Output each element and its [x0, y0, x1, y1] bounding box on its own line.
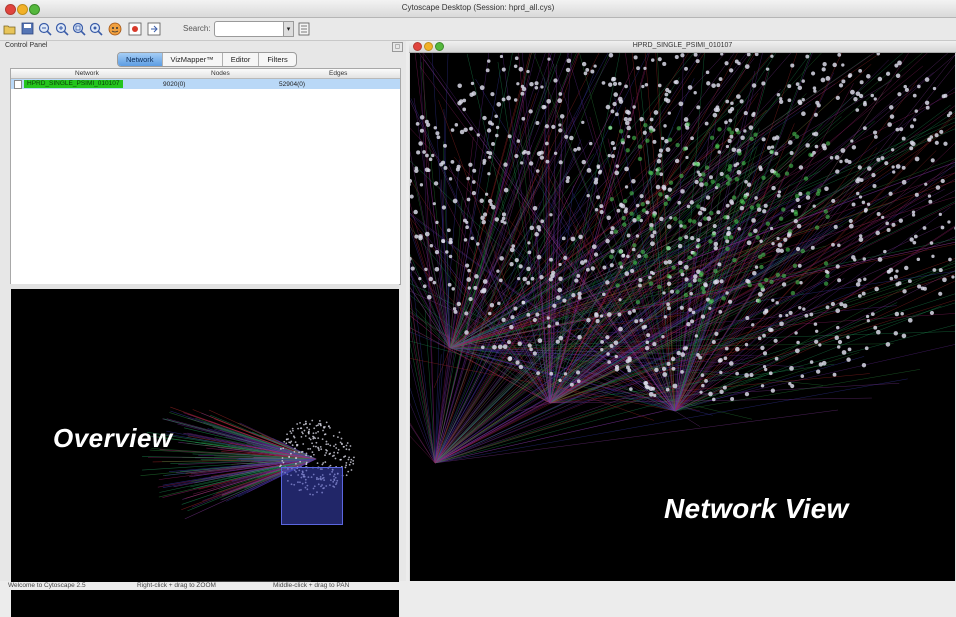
network-name-cell[interactable]: HPRD_SINGLE_PSIMI_010107	[24, 80, 123, 88]
search-dropdown-button[interactable]: ▾	[283, 21, 294, 37]
status-welcome: Welcome to Cytoscape 2.5	[8, 582, 86, 589]
control-panel: Control Panel ▢ Network VizMapper™ Edito…	[0, 41, 406, 581]
zoom-out-icon[interactable]	[37, 21, 52, 36]
window-title: Cytoscape Desktop (Session: hprd_all.cys…	[0, 3, 956, 12]
export-icon[interactable]	[146, 21, 161, 36]
attribute-browser-icon[interactable]	[296, 21, 311, 36]
toolbar: Search: ▾	[0, 18, 956, 41]
tab-filters[interactable]: Filters	[259, 53, 295, 66]
zoom-fit-icon[interactable]	[88, 21, 103, 36]
table-row[interactable]: HPRD_SINGLE_PSIMI_010107 9020(0) 52904(0…	[11, 79, 400, 89]
title-bar: Cytoscape Desktop (Session: hprd_all.cys…	[0, 0, 956, 18]
status-pan-hint: Middle-click + drag to PAN	[273, 582, 349, 589]
search-input[interactable]	[214, 21, 285, 37]
save-icon[interactable]	[20, 21, 35, 36]
tab-editor[interactable]: Editor	[223, 53, 260, 66]
status-zoom-hint: Right-click + drag to ZOOM	[137, 582, 216, 589]
column-header-edges[interactable]: Edges	[329, 70, 347, 77]
undock-panel-icon[interactable]: ▢	[392, 42, 403, 52]
column-header-network[interactable]: Network	[75, 70, 99, 77]
search-label: Search:	[183, 24, 211, 33]
network-view-titlebar: HPRD_SINGLE_PSIMI_010107	[409, 41, 956, 53]
vizwiz-icon[interactable]	[107, 21, 122, 36]
overview-viewport-rect[interactable]	[281, 467, 343, 525]
network-view-title: HPRD_SINGLE_PSIMI_010107	[409, 42, 956, 49]
control-panel-tabs: Network VizMapper™ Editor Filters	[117, 52, 297, 67]
network-file-icon	[14, 80, 22, 89]
column-header-nodes[interactable]: Nodes	[211, 70, 230, 77]
zoom-selected-icon[interactable]	[71, 21, 86, 36]
nodes-cell: 9020(0)	[163, 81, 185, 88]
tab-vizmapper[interactable]: VizMapper™	[163, 53, 223, 66]
table-header: Network Nodes Edges	[11, 69, 400, 79]
network-canvas[interactable]: Network View	[410, 53, 955, 581]
open-folder-icon[interactable]	[2, 21, 17, 36]
layout-icon[interactable]	[127, 21, 142, 36]
zoom-in-icon[interactable]	[54, 21, 69, 36]
tab-network[interactable]: Network	[118, 53, 163, 66]
network-view-label: Network View	[664, 493, 849, 525]
control-panel-title: Control Panel	[5, 42, 47, 49]
network-view-window: HPRD_SINGLE_PSIMI_010107 Network View	[409, 41, 956, 581]
network-table: Network Nodes Edges HPRD_SINGLE_PSIMI_01…	[10, 68, 401, 285]
status-bar: Welcome to Cytoscape 2.5 Right-click + d…	[0, 582, 956, 590]
edges-cell: 52904(0)	[279, 81, 305, 88]
overview-panel[interactable]: Overview	[11, 289, 399, 617]
overview-label: Overview	[53, 423, 173, 454]
